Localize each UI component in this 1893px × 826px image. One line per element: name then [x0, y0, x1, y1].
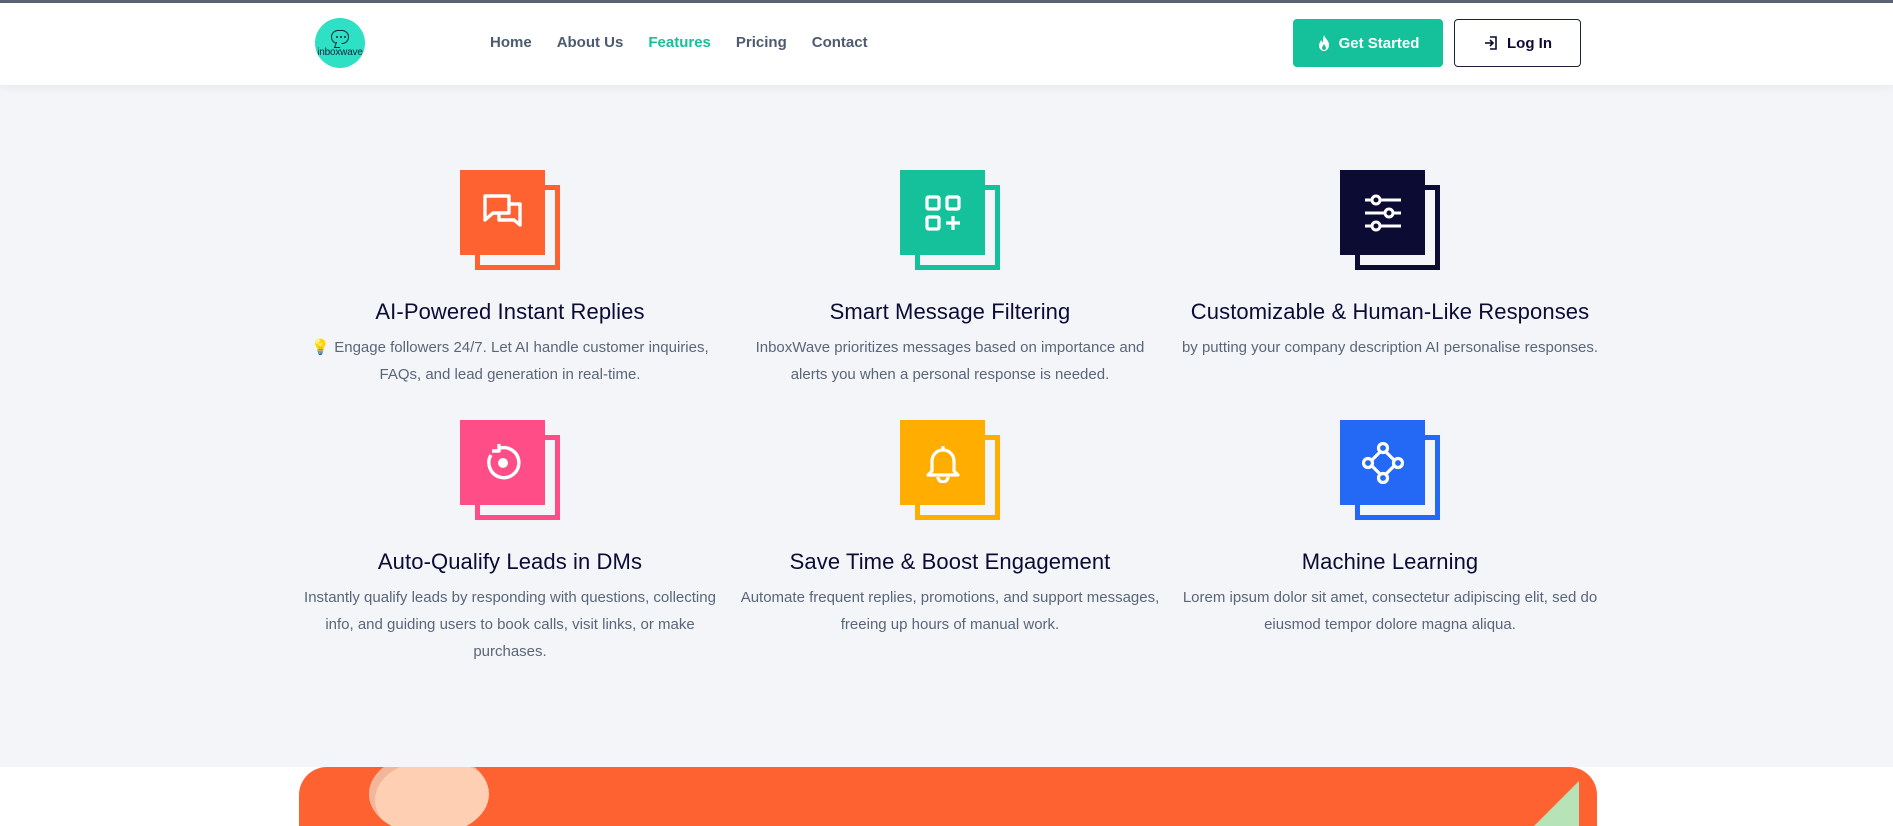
feature-icon-box: [1340, 420, 1440, 520]
login-button[interactable]: Log In: [1454, 19, 1581, 67]
feature-description: Automate frequent replies, promotions, a…: [740, 589, 1160, 633]
decorative-triangle: [1489, 781, 1579, 826]
feature-description: Lorem ipsum dolor sit amet, consectetur …: [1182, 589, 1598, 633]
feature-icon-box: [460, 170, 560, 270]
main-nav: Home About Us Features Pricing Contact: [490, 34, 893, 51]
feature-icon-box: [1340, 170, 1440, 270]
feature-icon-box: [900, 420, 1000, 520]
feature-icon-box: [900, 170, 1000, 270]
feature-card-custom-responses: Customizable & Human-Like Responses by p…: [1170, 170, 1610, 361]
network-nodes-icon: [1361, 441, 1404, 484]
feature-title: Smart Message Filtering: [829, 299, 1071, 324]
flame-icon: [1318, 35, 1329, 51]
feature-card-machine-learning: Machine Learning Lorem ipsum dolor sit a…: [1170, 420, 1610, 638]
nav-about-us[interactable]: About Us: [557, 34, 624, 51]
feature-card-save-time: Save Time & Boost Engagement Automate fr…: [730, 420, 1170, 638]
nav-contact[interactable]: Contact: [812, 34, 868, 51]
nav-pricing[interactable]: Pricing: [736, 34, 787, 51]
login-label: Log In: [1507, 34, 1552, 52]
feature-title: Customizable & Human-Like Responses: [1190, 299, 1590, 324]
get-started-label: Get Started: [1338, 34, 1420, 52]
rotate-target-icon: [486, 443, 521, 479]
cta-banner: [299, 767, 1597, 826]
feature-card-message-filtering: Smart Message Filtering InboxWave priori…: [730, 170, 1170, 388]
feature-title: Save Time & Boost Engagement: [789, 549, 1111, 574]
get-started-button[interactable]: Get Started: [1293, 19, 1443, 67]
login-icon: [1485, 36, 1497, 50]
chat-logo-icon: [331, 30, 349, 44]
site-header: inboxwave Home About Us Features Pricing…: [0, 3, 1893, 85]
nav-home[interactable]: Home: [490, 34, 532, 51]
chat-bubbles-icon: [482, 193, 522, 227]
feature-title: Machine Learning: [1301, 549, 1479, 574]
feature-icon-box: [460, 420, 560, 520]
cta-banner-area: [0, 767, 1893, 826]
feature-card-ai-replies: AI-Powered Instant Replies 💡 Engage foll…: [290, 170, 730, 388]
decorative-blob: [369, 767, 489, 826]
sliders-icon: [1364, 194, 1401, 231]
feature-description: Instantly qualify leads by responding wi…: [304, 589, 716, 660]
logo-text: inboxwave: [317, 47, 363, 58]
feature-title: Auto-Qualify Leads in DMs: [377, 549, 643, 574]
feature-description: by putting your company description AI p…: [1181, 339, 1599, 356]
feature-card-auto-qualify: Auto-Qualify Leads in DMs Instantly qual…: [290, 420, 730, 665]
feature-description: 💡 Engage followers 24/7. Let AI handle c…: [311, 339, 709, 383]
nav-features[interactable]: Features: [648, 34, 711, 51]
grid-plus-icon: [924, 194, 961, 231]
bell-icon: [925, 445, 960, 483]
feature-title: AI-Powered Instant Replies: [375, 299, 645, 324]
logo[interactable]: inboxwave: [315, 18, 365, 68]
feature-description: InboxWave prioritizes messages based on …: [755, 339, 1145, 383]
